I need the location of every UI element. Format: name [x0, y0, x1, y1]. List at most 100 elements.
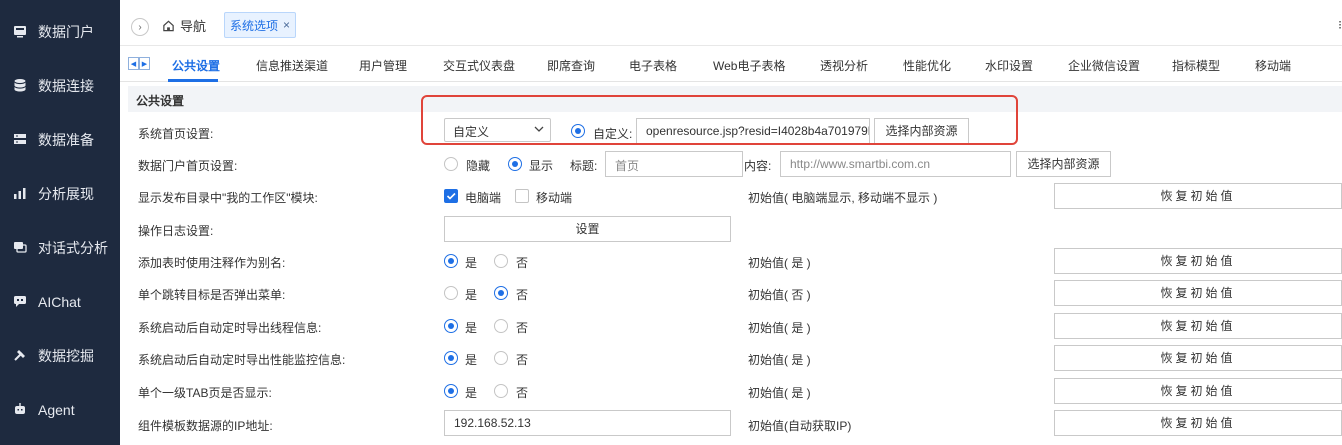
- sidebar-item-label: 分析展现: [38, 186, 94, 202]
- thread-yes-radio[interactable]: [444, 319, 458, 333]
- portal-content-input[interactable]: http://www.smartbi.com.cn: [780, 151, 1011, 177]
- tab-yes-radio[interactable]: [444, 384, 458, 398]
- alias-reset-button[interactable]: 恢复初始值: [1054, 248, 1342, 274]
- portal-icon: [13, 24, 27, 38]
- alias-yes-label: 是: [465, 256, 478, 270]
- perf-yes-radio[interactable]: [444, 351, 458, 365]
- sidebar-item-label: 数据门户: [38, 24, 94, 40]
- thread-reset-button[interactable]: 恢复初始值: [1054, 313, 1342, 339]
- homepage-label: 系统首页设置:: [138, 127, 214, 141]
- scroll-right-icon[interactable]: ▶: [139, 57, 150, 70]
- sidebar-item-aichat[interactable]: AIChat: [0, 282, 120, 322]
- sidebar-item-connection[interactable]: 数据连接: [0, 66, 120, 106]
- sidebar-item-portal[interactable]: 数据门户: [0, 12, 120, 52]
- portal-hide-radio[interactable]: [444, 157, 458, 171]
- perf-yes-label: 是: [465, 353, 478, 367]
- sidebar-item-prep[interactable]: 数据准备: [0, 120, 120, 160]
- agent-icon: [13, 402, 27, 416]
- tab-performance[interactable]: 性能优化: [903, 57, 951, 74]
- portal-show-label: 显示: [529, 159, 554, 173]
- settings-content: 公共设置 系统首页设置: 自定义 自定义: openresource.jsp?r…: [120, 82, 1342, 445]
- tab-spreadsheet[interactable]: 电子表格: [629, 57, 677, 74]
- publish-pc-checkbox[interactable]: [444, 189, 458, 203]
- chevron-right-icon: ›: [138, 21, 142, 33]
- sidebar-item-chat-analysis[interactable]: 对话式分析: [0, 228, 120, 268]
- publish-initial-value: 初始值( 电脑端显示, 移动端不显示 ): [748, 191, 938, 205]
- tab-system-options[interactable]: 系统选项 ×: [224, 12, 296, 38]
- publish-mobile-checkbox[interactable]: [515, 189, 529, 203]
- perf-no-radio[interactable]: [494, 351, 508, 365]
- portal-content-label: 内容:: [744, 159, 772, 173]
- sidebar-item-mining[interactable]: 数据挖掘: [0, 336, 120, 376]
- highlight-annotation: [421, 95, 1018, 145]
- home-icon: [163, 20, 174, 31]
- jump-no-label: 否: [516, 288, 529, 302]
- portal-title-input[interactable]: 首页: [605, 151, 743, 177]
- tab-label: 系统选项: [230, 18, 279, 33]
- chat-icon: [13, 240, 27, 254]
- nav-tab-label: 导航: [180, 18, 207, 34]
- alias-initial-value: 初始值( 是 ): [748, 256, 811, 270]
- sidebar-item-label: AIChat: [38, 294, 81, 310]
- mining-icon: [13, 348, 27, 362]
- portal-show-radio[interactable]: [508, 157, 522, 171]
- publish-label: 显示发布目录中"我的工作区"模块:: [138, 191, 318, 205]
- tab-reset-button[interactable]: 恢复初始值: [1054, 378, 1342, 404]
- tab-watermark[interactable]: 水印设置: [985, 57, 1033, 74]
- alias-no-radio[interactable]: [494, 254, 508, 268]
- portal-title-label: 标题:: [570, 159, 598, 173]
- ip-reset-button[interactable]: 恢复初始值: [1054, 410, 1342, 436]
- app-window: 数据门户 数据连接 数据准备 分析展现 对话式分析 AIChat 数据挖掘 Ag…: [0, 0, 1342, 445]
- oplog-settings-button[interactable]: 设置: [444, 216, 731, 242]
- sidebar-item-label: 数据连接: [38, 78, 94, 94]
- check-icon: [446, 192, 456, 200]
- tab-pivot-analysis[interactable]: 透视分析: [820, 57, 868, 74]
- thread-initial-value: 初始值( 是 ): [748, 321, 811, 335]
- jump-initial-value: 初始值( 否 ): [748, 288, 811, 302]
- tab-adhoc-query[interactable]: 即席查询: [547, 57, 595, 74]
- tab-no-radio[interactable]: [494, 384, 508, 398]
- sidebar-item-analysis[interactable]: 分析展现: [0, 174, 120, 214]
- publish-pc-label: 电脑端: [465, 191, 502, 205]
- nav-home-tab[interactable]: 导航: [162, 14, 206, 36]
- jump-no-radio[interactable]: [494, 286, 508, 300]
- alias-yes-radio[interactable]: [444, 254, 458, 268]
- close-icon[interactable]: ×: [283, 18, 290, 32]
- database-icon: [13, 78, 27, 92]
- top-tab-bar: › 导航 系统选项 × ⁝: [120, 0, 1342, 46]
- ip-initial-value: 初始值(自动获取IP): [748, 419, 852, 433]
- publish-mobile-label: 移动端: [536, 191, 573, 205]
- tab-mobile[interactable]: 移动端: [1255, 57, 1291, 74]
- sidebar-toggle-button[interactable]: ›: [131, 18, 149, 36]
- tab-push-channel[interactable]: 信息推送渠道: [256, 57, 328, 74]
- jump-yes-radio[interactable]: [444, 286, 458, 300]
- thread-no-radio[interactable]: [494, 319, 508, 333]
- tab-wecom[interactable]: 企业微信设置: [1068, 57, 1140, 74]
- more-menu-icon[interactable]: ⁝: [1338, 18, 1342, 32]
- publish-reset-button[interactable]: 恢复初始值: [1054, 183, 1342, 209]
- portal-label: 数据门户首页设置:: [138, 159, 238, 173]
- perf-reset-button[interactable]: 恢复初始值: [1054, 345, 1342, 371]
- sidebar-item-label: Agent: [38, 402, 75, 418]
- sidebar-item-agent[interactable]: Agent: [0, 390, 120, 430]
- ip-input[interactable]: 192.168.52.13: [444, 410, 731, 436]
- scroll-left-icon[interactable]: ◀: [128, 57, 139, 70]
- tab-yes-label: 是: [465, 386, 478, 400]
- tab-metric-model[interactable]: 指标模型: [1172, 57, 1220, 74]
- oplog-label: 操作日志设置:: [138, 224, 214, 238]
- sidebar-item-label: 对话式分析: [38, 240, 108, 256]
- tab-dashboard[interactable]: 交互式仪表盘: [443, 57, 515, 74]
- tab-user-management[interactable]: 用户管理: [359, 57, 407, 74]
- tab-visibility-label: 单个一级TAB页是否显示:: [138, 386, 272, 400]
- ai-chat-icon: [13, 294, 27, 308]
- tab-web-spreadsheet[interactable]: Web电子表格: [713, 57, 785, 74]
- sidebar-item-label: 数据挖掘: [38, 348, 94, 364]
- sidebar: 数据门户 数据连接 数据准备 分析展现 对话式分析 AIChat 数据挖掘 Ag…: [0, 0, 120, 445]
- alias-no-label: 否: [516, 256, 529, 270]
- portal-select-resource-button[interactable]: 选择内部资源: [1016, 151, 1111, 177]
- perf-initial-value: 初始值( 是 ): [748, 353, 811, 367]
- jump-yes-label: 是: [465, 288, 478, 302]
- tab-public-settings[interactable]: 公共设置: [172, 57, 220, 74]
- tab-initial-value: 初始值( 是 ): [748, 386, 811, 400]
- jump-reset-button[interactable]: 恢复初始值: [1054, 280, 1342, 306]
